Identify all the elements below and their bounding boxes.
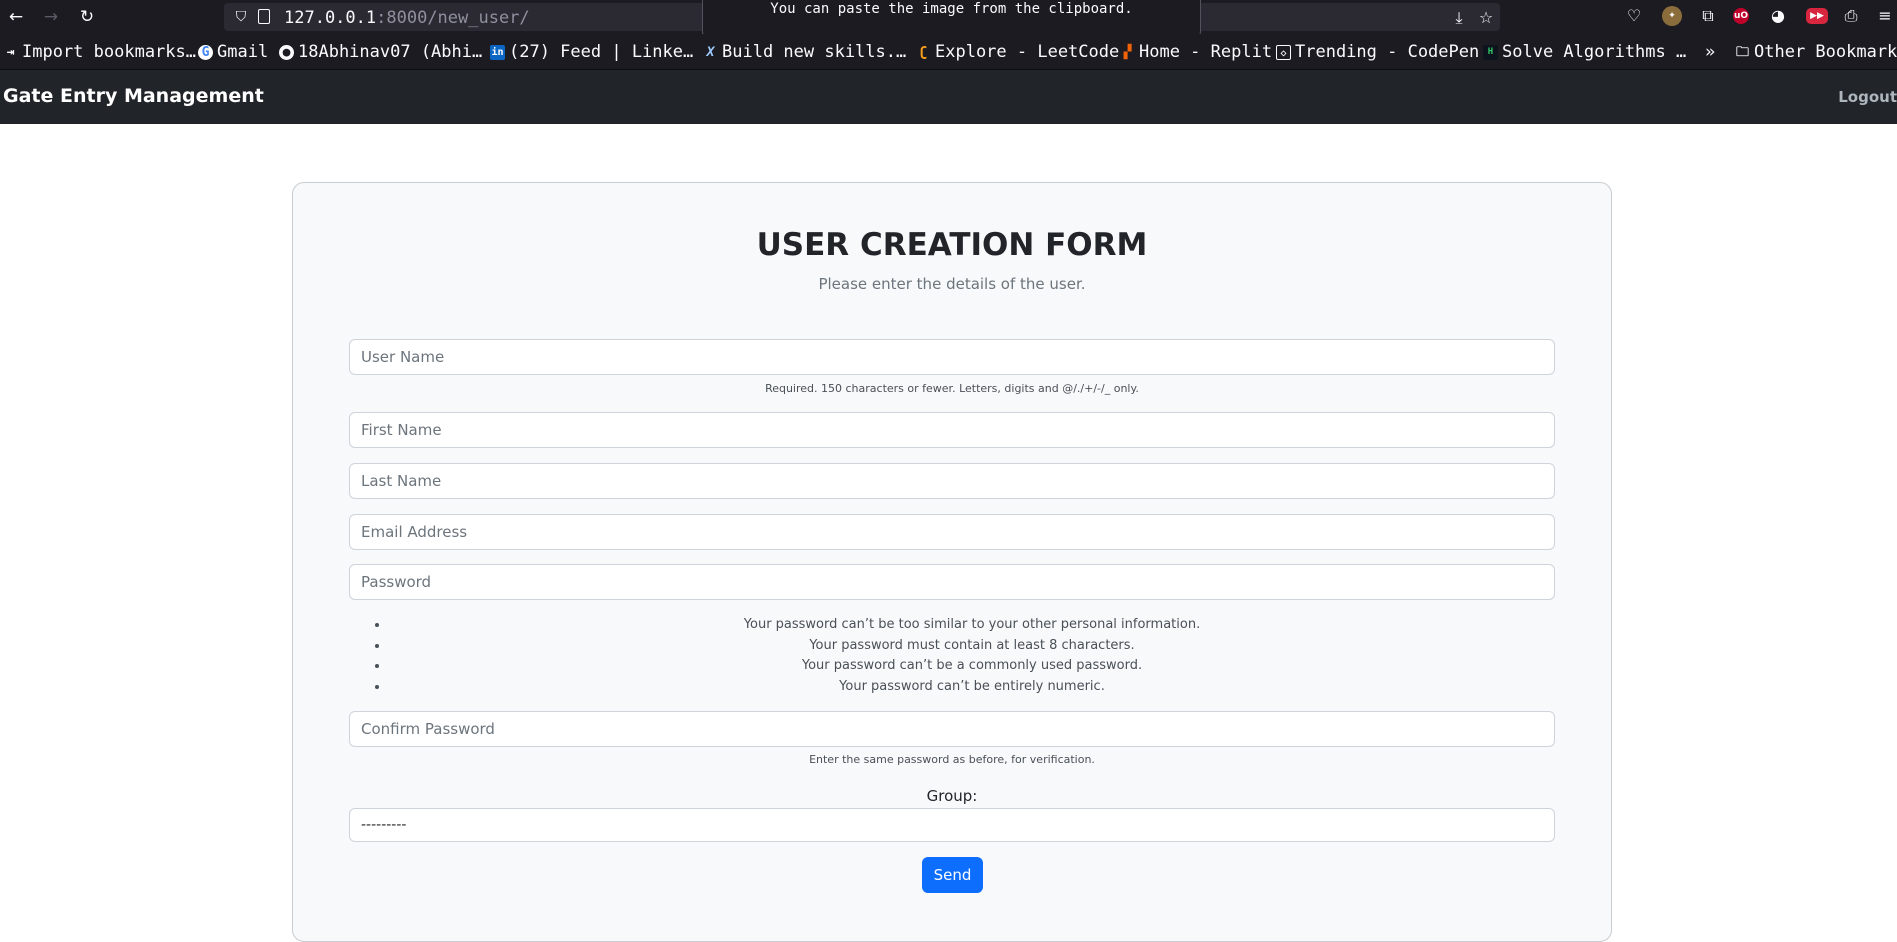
printer-icon[interactable]: ⎙ — [1840, 5, 1862, 27]
page-icon — [258, 9, 270, 24]
folder-icon: 🗀 — [1735, 44, 1749, 60]
group-label: Group: — [926, 787, 978, 805]
brand-title[interactable]: Gate Entry Management — [3, 85, 264, 107]
extension-circle-icon[interactable]: ◕ — [1767, 5, 1789, 27]
bookmark-codepen[interactable]: ◇ Trending - CodePen — [1276, 40, 1479, 64]
leetcode-icon: ʗ — [919, 44, 928, 60]
menu-hamburger-icon[interactable]: ≡ — [1874, 5, 1896, 27]
x-icon: X — [706, 44, 715, 60]
password-rule: Your password can’t be entirely numeric. — [389, 677, 1555, 698]
extensions-puzzle-icon[interactable]: ⧉ — [1697, 5, 1719, 27]
hackerrank-icon: H — [1483, 44, 1498, 60]
confirm-password-helptext: Enter the same password as before, for v… — [809, 753, 1095, 766]
bookmark-replit[interactable]: ▞ Home - Replit — [1120, 40, 1272, 64]
password-rules-list: Your password can’t be too similar to yo… — [349, 615, 1555, 697]
password-rule: Your password can’t be too similar to yo… — [389, 615, 1555, 636]
password-rule: Your password can’t be a commonly used p… — [389, 656, 1555, 677]
bookmark-build-skills[interactable]: X Build new skills.… — [703, 40, 907, 64]
group-selected-value: --------- — [361, 817, 407, 833]
url-text[interactable]: 127.0.0.1:8000/new_user/ — [284, 8, 530, 28]
bookmark-other[interactable]: 🗀 Other Bookmarks — [1735, 40, 1897, 64]
ublock-icon[interactable]: uO — [1733, 8, 1749, 24]
username-input[interactable] — [349, 339, 1555, 375]
bookmark-import[interactable]: ⇥ Import bookmarks… — [3, 40, 196, 64]
extension-avatar-icon[interactable]: ✦ — [1662, 6, 1682, 26]
bookmarks-overflow-chevron-icon[interactable]: » — [1705, 40, 1715, 64]
bookmark-leetcode[interactable]: ʗ Explore - LeetCode — [916, 40, 1120, 64]
reload-icon[interactable]: ↻ — [76, 6, 98, 28]
codepen-icon: ◇ — [1276, 44, 1291, 60]
bookmark-github[interactable]: ● 18Abhinav07 (Abhi… — [279, 40, 482, 64]
bookmark-hackerrank[interactable]: H Solve Algorithms … — [1483, 40, 1686, 64]
github-icon: ● — [279, 44, 294, 60]
bookmark-linkedin[interactable]: in (27) Feed | Linke… — [490, 40, 693, 64]
browser-toolbar: ← → ↻ ⛉ 127.0.0.1:8000/new_user/ ⤓ ☆ You… — [0, 0, 1897, 36]
import-icon: ⇥ — [6, 44, 15, 60]
download-icon[interactable]: ⤓ — [1448, 7, 1470, 29]
username-helptext: Required. 150 characters or fewer. Lette… — [765, 382, 1139, 395]
form-title: USER CREATION FORM — [756, 227, 1148, 263]
bookmark-star-icon[interactable]: ☆ — [1475, 7, 1497, 29]
forward-arrow-icon[interactable]: → — [40, 6, 62, 28]
pocket-icon[interactable]: ♡ — [1623, 5, 1645, 27]
email-input[interactable] — [349, 514, 1555, 550]
password-rule: Your password must contain at least 8 ch… — [389, 636, 1555, 657]
back-arrow-icon[interactable]: ← — [5, 6, 27, 28]
youtube-extension-icon[interactable]: ▶▶ — [1806, 8, 1828, 24]
linkedin-icon: in — [490, 44, 505, 60]
send-button[interactable]: Send — [922, 857, 983, 893]
bookmarks-bar: ⇥ Import bookmarks… G Gmail ● 18Abhinav07 (… — [0, 34, 1897, 70]
user-creation-card: USER CREATION FORM Please enter the deta… — [292, 182, 1612, 942]
first-name-input[interactable] — [349, 412, 1555, 448]
app-navbar: Gate Entry Management Logout — [0, 70, 1897, 124]
logout-link[interactable]: Logout — [1838, 88, 1897, 106]
shield-icon[interactable]: ⛉ — [232, 7, 250, 27]
last-name-input[interactable] — [349, 463, 1555, 499]
password-input[interactable] — [349, 564, 1555, 600]
form-subtitle: Please enter the details of the user. — [818, 275, 1086, 293]
clipboard-tooltip: You can paste the image from the clipboa… — [702, 0, 1201, 36]
google-icon: G — [198, 44, 213, 60]
bookmark-gmail[interactable]: G Gmail — [198, 40, 268, 64]
group-select[interactable]: --------- — [349, 808, 1555, 842]
replit-icon: ▞ — [1123, 44, 1132, 60]
confirm-password-input[interactable] — [349, 711, 1555, 747]
